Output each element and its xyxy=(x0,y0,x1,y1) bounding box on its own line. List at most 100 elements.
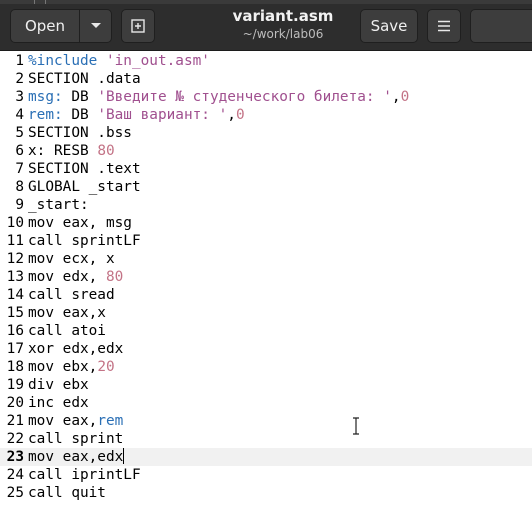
line-number: 11 xyxy=(6,233,24,249)
code-token: call iprintLF xyxy=(28,467,141,483)
code-line[interactable]: 8 GLOBAL _start xyxy=(0,178,532,196)
code-token: mov edx, xyxy=(28,269,106,285)
code-line[interactable]: 7 SECTION .text xyxy=(0,160,532,178)
code-token: rem xyxy=(97,413,124,429)
line-number: 12 xyxy=(6,251,24,267)
code-text: SECTION .text xyxy=(28,160,141,178)
code-line[interactable]: 5 SECTION .bss xyxy=(0,124,532,142)
code-token: %include xyxy=(28,53,98,69)
code-text: GLOBAL _start xyxy=(28,178,141,196)
code-token: call sread xyxy=(28,287,115,303)
code-token: , xyxy=(227,107,236,123)
code-line[interactable]: 25 call quit xyxy=(0,484,532,502)
line-number: 8 xyxy=(15,179,24,195)
menu-button[interactable] xyxy=(427,9,461,43)
new-tab-icon xyxy=(131,19,145,33)
code-text: x: RESB 80 xyxy=(28,142,115,160)
code-token: msg: xyxy=(28,89,63,105)
line-number: 3 xyxy=(15,89,24,105)
line-number: 1 xyxy=(15,53,24,69)
open-button[interactable]: Open xyxy=(11,10,80,42)
open-menu-button[interactable] xyxy=(80,10,111,42)
code-line[interactable]: 23 mov eax,edx xyxy=(0,448,532,466)
code-token: SECTION .text xyxy=(28,161,141,177)
new-tab-button[interactable] xyxy=(121,9,155,43)
code-token: mov eax, xyxy=(28,413,98,429)
line-number: 14 xyxy=(6,287,24,303)
save-button[interactable]: Save xyxy=(360,9,418,43)
code-line[interactable]: 19 div ebx xyxy=(0,376,532,394)
code-line[interactable]: 4 rem: DB 'Ваш вариант: ',0 xyxy=(0,106,532,124)
line-number: 24 xyxy=(6,467,24,483)
code-token: mov eax,x xyxy=(28,305,106,321)
line-number: 16 xyxy=(6,323,24,339)
mouse-ibeam-icon xyxy=(353,417,359,435)
code-token: SECTION .data xyxy=(28,71,141,87)
code-text: mov eax,rem xyxy=(28,412,123,430)
code-line[interactable]: 20 inc edx xyxy=(0,394,532,412)
code-text: SECTION .data xyxy=(28,70,141,88)
line-number: 18 xyxy=(6,359,24,375)
code-text: call quit xyxy=(28,484,106,502)
code-line[interactable]: 10 mov eax, msg xyxy=(0,214,532,232)
code-token: call sprint xyxy=(28,431,124,447)
window-control-button[interactable] xyxy=(470,9,532,43)
code-text: rem: DB 'Ваш вариант: ',0 xyxy=(28,106,245,124)
code-token: mov eax, msg xyxy=(28,215,132,231)
code-text: mov edx, 80 xyxy=(28,268,123,286)
line-number: 7 xyxy=(15,161,24,177)
code-line[interactable]: 21 mov eax,rem xyxy=(0,412,532,430)
line-number: 13 xyxy=(6,269,24,285)
code-line[interactable]: 16 call atoi xyxy=(0,322,532,340)
hamburger-menu-icon xyxy=(438,20,450,32)
code-line[interactable]: 1 %include 'in_out.asm' xyxy=(0,52,532,70)
line-number: 23 xyxy=(6,449,24,465)
code-token: 'Введите № студенческого билета: ' xyxy=(97,89,392,105)
code-line[interactable]: 11 call sprintLF xyxy=(0,232,532,250)
code-text: msg: DB 'Введите № студенческого билета:… xyxy=(28,88,409,106)
code-line[interactable]: 12 mov ecx, x xyxy=(0,250,532,268)
code-line[interactable]: 14 call sread xyxy=(0,286,532,304)
code-line[interactable]: 17 xor edx,edx xyxy=(0,340,532,358)
code-line[interactable]: 24 call iprintLF xyxy=(0,466,532,484)
code-text: mov ecx, x xyxy=(28,250,115,268)
code-token: , xyxy=(391,89,401,105)
code-text: call iprintLF xyxy=(28,466,141,484)
code-text: mov ebx,20 xyxy=(28,358,115,376)
code-line[interactable]: 6 x: RESB 80 xyxy=(0,142,532,160)
code-text: call sprintLF xyxy=(28,232,141,250)
code-token: 'in_out.asm' xyxy=(105,53,210,69)
code-token: _start: xyxy=(28,197,89,213)
code-token: 80 xyxy=(97,143,115,159)
code-token: mov ebx, xyxy=(28,359,98,375)
code-token: x: RESB xyxy=(28,143,98,159)
code-line[interactable]: 2 SECTION .data xyxy=(0,70,532,88)
code-line[interactable]: 3 msg: DB 'Введите № студенческого билета… xyxy=(0,88,532,106)
code-line[interactable]: 9 _start: xyxy=(0,196,532,214)
code-line[interactable]: 15 mov eax,x xyxy=(0,304,532,322)
code-editor[interactable]: 1 %include 'in_out.asm' 2 SECTION .data 3 msg… xyxy=(0,51,532,511)
code-text: SECTION .bss xyxy=(28,124,132,142)
line-number: 6 xyxy=(15,143,24,159)
code-token: DB xyxy=(62,107,98,123)
code-text: mov eax,edx xyxy=(28,448,125,466)
code-token: SECTION .bss xyxy=(28,125,132,141)
line-number: 19 xyxy=(6,377,24,393)
line-number: 25 xyxy=(6,485,24,501)
code-token: mov eax,edx xyxy=(28,449,124,465)
code-line[interactable]: 18 mov ebx,20 xyxy=(0,358,532,376)
code-token: call sprintLF xyxy=(28,233,141,249)
code-text: div ebx xyxy=(28,376,89,394)
window-title: variant.asm ~/work/lab06 xyxy=(220,7,346,42)
code-line[interactable]: 13 mov edx, 80 xyxy=(0,268,532,286)
line-number: 20 xyxy=(6,395,24,411)
code-line[interactable]: 22 call sprint xyxy=(0,430,532,448)
chevron-down-icon xyxy=(90,23,101,28)
code-token: div ebx xyxy=(28,377,89,393)
file-name: variant.asm xyxy=(232,7,334,25)
code-text: xor edx,edx xyxy=(28,340,123,358)
line-number: 5 xyxy=(15,125,24,141)
header-bar: Open variant.asm ~/work/lab06 Save xyxy=(0,0,532,51)
line-number: 9 xyxy=(15,197,24,213)
